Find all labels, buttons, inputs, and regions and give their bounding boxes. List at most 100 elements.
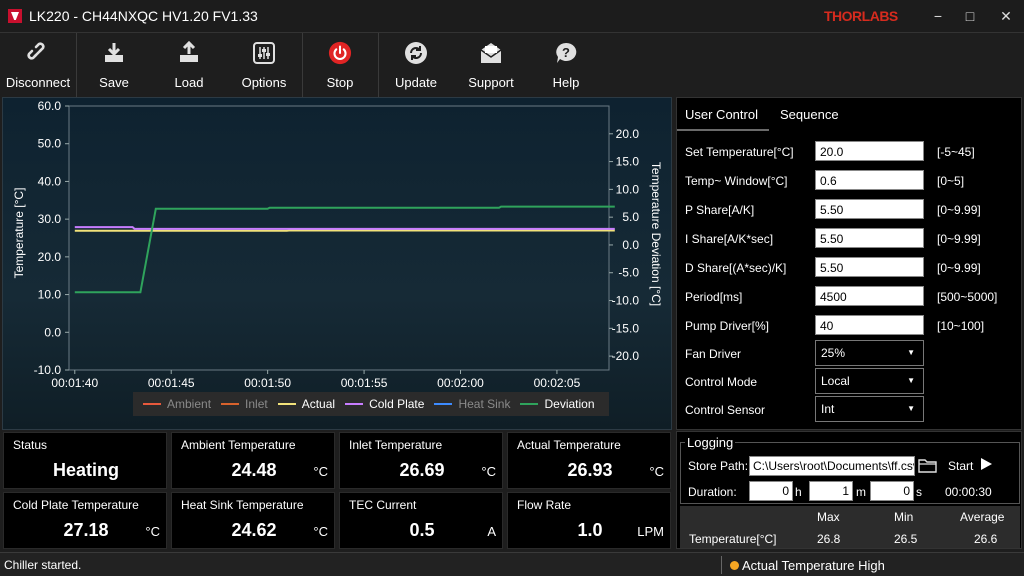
param-range: [-5~45] (937, 145, 975, 159)
save-button[interactable]: Save (79, 33, 149, 97)
update-label: Update (395, 75, 437, 90)
x-tick-label: 00:02:00 (437, 376, 484, 390)
mail-icon (479, 41, 503, 65)
close-button[interactable]: ✕ (996, 6, 1016, 26)
help-label: Help (552, 75, 580, 90)
tab-user-control[interactable]: User Control (685, 107, 758, 122)
legend-label: Cold Plate (369, 397, 425, 411)
legend-item-actual[interactable]: Actual (277, 397, 335, 411)
tile-value: 24.48 (231, 460, 277, 480)
param-label: Set Temperature[°C] (685, 145, 794, 159)
temp-window-input[interactable]: 0.6 (815, 170, 924, 190)
select-value: Local (821, 374, 850, 388)
load-button[interactable]: Load (154, 33, 224, 97)
period-input[interactable]: 4500 (815, 286, 924, 306)
y2-tick-label: -15.0 (612, 321, 640, 335)
param-range: [0~5] (937, 174, 965, 188)
duration-hours-input[interactable]: 0 (749, 481, 793, 501)
select-row: Control Sensor Int ▼ (685, 396, 1021, 422)
help-button[interactable]: ? Help (531, 33, 601, 97)
param-label: P Share[A/K] (685, 203, 755, 217)
duration-minutes-input[interactable]: 1 (809, 481, 853, 501)
param-row: D Share[(A*sec)/K] 5.50 [0~9.99] (685, 257, 1021, 279)
y2-tick-label: 15.0 (616, 155, 640, 169)
param-label: Pump Driver[%] (685, 319, 770, 333)
folder-icon[interactable] (918, 456, 938, 474)
help-icon: ? (554, 41, 578, 65)
inlet-temperature-tile: Inlet Temperature 26.69 °C (339, 432, 503, 489)
store-path-input[interactable]: C:\Users\root\Documents\ff.csv (749, 456, 915, 476)
legend-item-ambient[interactable]: Ambient (143, 397, 211, 411)
elapsed-time: 00:00:30 (945, 485, 992, 499)
y-tick-label: 50.0 (38, 137, 62, 151)
tile-value: Heating (52, 460, 119, 480)
legend-swatch (143, 403, 161, 405)
tile-label: Ambient Temperature (181, 438, 296, 452)
flow-rate-tile: Flow Rate 1.0 LPM (507, 492, 671, 549)
options-button[interactable]: Options (229, 33, 299, 97)
toolbar-separator (302, 33, 303, 97)
tile-unit: °C (313, 524, 328, 539)
logging-group: Store Path: C:\Users\root\Documents\ff.c… (680, 442, 1020, 504)
chart-legend: Ambient Inlet Actual Cold Plate Heat Sink Dev… (133, 392, 609, 416)
play-icon[interactable] (979, 457, 993, 471)
update-button[interactable]: Update (381, 33, 451, 97)
actual-temperature-tile: Actual Temperature 26.93 °C (507, 432, 671, 489)
stats-min-value: 26.5 (894, 532, 918, 546)
pump-driver-input[interactable]: 40 (815, 315, 924, 335)
tile-label: Status (13, 438, 48, 452)
y2-tick-label: 20.0 (616, 127, 640, 141)
tile-value: 26.93 (567, 460, 613, 480)
app-icon (8, 9, 22, 23)
legend-item-cold-plate[interactable]: Cold Plate (345, 397, 424, 411)
maximize-button[interactable]: □ (960, 6, 980, 26)
legend-item-heat-sink[interactable]: Heat Sink (434, 397, 510, 411)
stats-average-header: Average (960, 510, 1005, 524)
legend-item-inlet[interactable]: Inlet (221, 397, 268, 411)
tile-value: 27.18 (63, 520, 109, 540)
support-button[interactable]: Support (456, 33, 526, 97)
duration-seconds-input[interactable]: 0 (870, 481, 914, 501)
duration-label: Duration: (688, 485, 737, 499)
seconds-unit: s (916, 485, 922, 499)
tile-label: Flow Rate (517, 498, 572, 512)
x-tick-label: 00:01:45 (148, 376, 195, 390)
i-share-input[interactable]: 5.50 (815, 228, 924, 248)
param-label: Period[ms] (685, 290, 743, 304)
fan-driver-select[interactable]: 25% ▼ (815, 340, 924, 366)
y2-tick-label: 0.0 (622, 238, 639, 252)
y-axis-label: Temperature [°C] (12, 188, 26, 279)
control-sensor-select[interactable]: Int ▼ (815, 396, 924, 422)
download-icon (102, 41, 126, 65)
dropdown-arrow-icon: ▼ (907, 404, 915, 413)
select-label: Control Sensor (685, 403, 766, 417)
status-message: Chiller started. (4, 558, 82, 572)
legend-swatch (221, 403, 240, 405)
y-tick-label: 40.0 (38, 174, 62, 188)
p-share-input[interactable]: 5.50 (815, 199, 924, 219)
tec-current-tile: TEC Current 0.5 A (339, 492, 503, 549)
tab-sequence[interactable]: Sequence (780, 107, 839, 122)
minimize-button[interactable]: − (928, 6, 948, 26)
legend-swatch (277, 403, 296, 405)
logging-panel: Store Path: C:\Users\root\Documents\ff.c… (676, 431, 1022, 549)
legend-item-deviation[interactable]: Deviation (520, 397, 595, 411)
select-value: Int (821, 402, 835, 416)
start-logging-label[interactable]: Start (948, 459, 973, 473)
y-tick-label: 30.0 (38, 212, 62, 226)
y2-tick-label: 10.0 (616, 182, 640, 196)
param-range: [0~9.99] (937, 232, 981, 246)
select-label: Fan Driver (685, 347, 742, 361)
control-mode-select[interactable]: Local ▼ (815, 368, 924, 394)
disconnect-button[interactable]: Disconnect (3, 33, 73, 97)
d-share-input[interactable]: 5.50 (815, 257, 924, 277)
tile-unit: °C (145, 524, 160, 539)
dropdown-arrow-icon: ▼ (907, 376, 915, 385)
stop-button[interactable]: Stop (305, 33, 375, 97)
window-title: LK220 - CH44NXQC HV1.20 FV1.33 (29, 8, 258, 24)
set-temperature-input[interactable]: 20.0 (815, 141, 924, 161)
y2-tick-label: -5.0 (618, 266, 639, 280)
control-tabs: User Control Sequence (677, 98, 1021, 131)
tile-label: Inlet Temperature (349, 438, 443, 452)
ambient-temperature-tile: Ambient Temperature 24.48 °C (171, 432, 335, 489)
